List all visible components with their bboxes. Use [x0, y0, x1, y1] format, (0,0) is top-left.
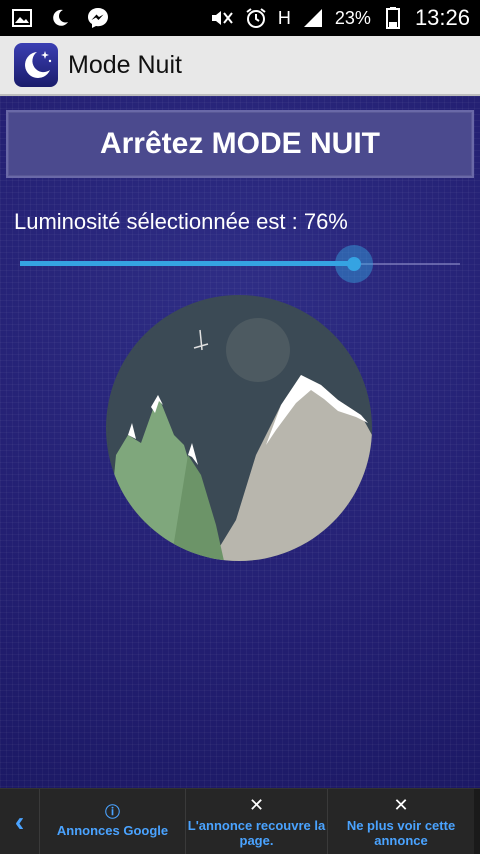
status-bar: H 23% 13:26	[0, 0, 480, 36]
close-icon: ✕	[393, 794, 409, 815]
alarm-icon	[244, 6, 268, 30]
ad-never-button[interactable]: ✕ Ne plus voir cette annonce	[328, 789, 474, 854]
info-icon: ⓘ	[104, 804, 120, 821]
main-content: Arrêtez MODE NUIT Luminosité sélectionné…	[0, 96, 480, 788]
battery-icon	[381, 6, 405, 30]
ad-google-button[interactable]: ⓘ Annonces Google	[40, 789, 186, 854]
clock: 13:26	[414, 5, 470, 30]
chevron-left-icon: ‹	[14, 805, 25, 837]
gallery-icon	[10, 6, 34, 30]
slider-fill	[20, 261, 354, 266]
moon-icon	[48, 6, 72, 30]
night-mountain-illustration	[106, 295, 372, 561]
app-logo-icon	[14, 43, 58, 87]
app-bar: Mode Nuit	[0, 36, 480, 96]
brightness-slider[interactable]	[20, 244, 460, 284]
status-right: H 23% 13:26	[210, 5, 470, 31]
close-icon: ✕	[248, 794, 265, 815]
ad-cover-label: L'annonce recouvre la page.	[187, 817, 326, 848]
brightness-label: Luminosité sélectionnée est : 76%	[14, 209, 348, 234]
messenger-icon	[86, 6, 110, 30]
ad-google-label: Annonces Google	[56, 823, 169, 838]
status-left	[10, 6, 110, 30]
ad-bar: ‹ ⓘ Annonces Google ✕ L'annonce recouvre…	[0, 788, 480, 854]
ad-back-button[interactable]: ‹	[0, 789, 40, 854]
stop-night-mode-button[interactable]: Arrêtez MODE NUIT	[6, 110, 474, 178]
mute-icon	[210, 6, 234, 30]
ad-never-label: Ne plus voir cette annonce	[346, 817, 456, 848]
ad-cover-button[interactable]: ✕ L'annonce recouvre la page.	[186, 789, 328, 854]
app-title: Mode Nuit	[68, 50, 182, 79]
signal-icon	[301, 6, 325, 30]
network-type: H	[277, 7, 291, 28]
slider-thumb[interactable]	[347, 257, 361, 271]
battery-percent: 23%	[334, 7, 371, 28]
